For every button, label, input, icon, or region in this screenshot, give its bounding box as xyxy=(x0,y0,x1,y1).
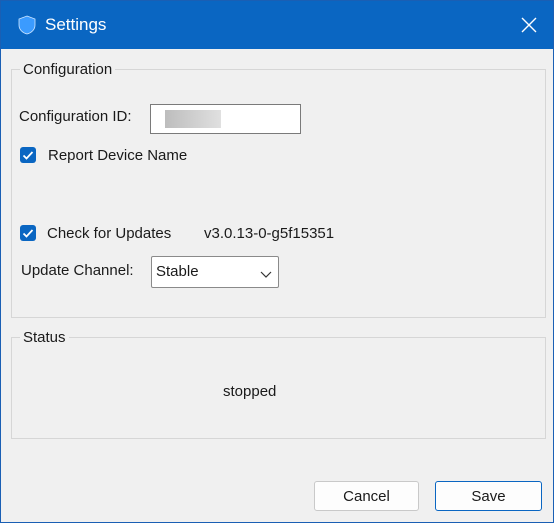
configuration-legend: Configuration xyxy=(20,61,116,78)
title-bar: Settings xyxy=(1,1,553,49)
settings-dialog: Settings Configuration Configuration ID:… xyxy=(0,0,554,523)
status-text: stopped xyxy=(223,383,277,400)
checkmark-icon xyxy=(22,151,34,160)
shield-icon xyxy=(17,15,37,35)
chevron-down-icon xyxy=(260,266,272,284)
update-channel-value: Stable xyxy=(156,263,199,280)
report-device-name-label[interactable]: Report Device Name xyxy=(48,147,187,164)
update-channel-label: Update Channel: xyxy=(21,262,134,279)
save-button[interactable]: Save xyxy=(435,481,542,511)
status-legend: Status xyxy=(20,329,69,346)
cancel-button[interactable]: Cancel xyxy=(314,481,419,511)
window-title: Settings xyxy=(45,15,107,34)
close-icon[interactable] xyxy=(521,17,537,33)
update-channel-select[interactable]: Stable xyxy=(151,256,279,288)
close-button[interactable] xyxy=(505,1,553,49)
configuration-id-value xyxy=(165,110,221,128)
version-text: v3.0.13-0-g5f15351 xyxy=(204,225,335,242)
checkmark-icon xyxy=(22,229,34,238)
configuration-id-input[interactable] xyxy=(150,104,301,134)
status-group: Status xyxy=(11,329,546,439)
check-for-updates-label[interactable]: Check for Updates xyxy=(47,225,171,242)
check-for-updates-checkbox[interactable] xyxy=(20,225,36,241)
report-device-name-checkbox[interactable] xyxy=(20,147,36,163)
configuration-id-label: Configuration ID: xyxy=(19,108,132,125)
